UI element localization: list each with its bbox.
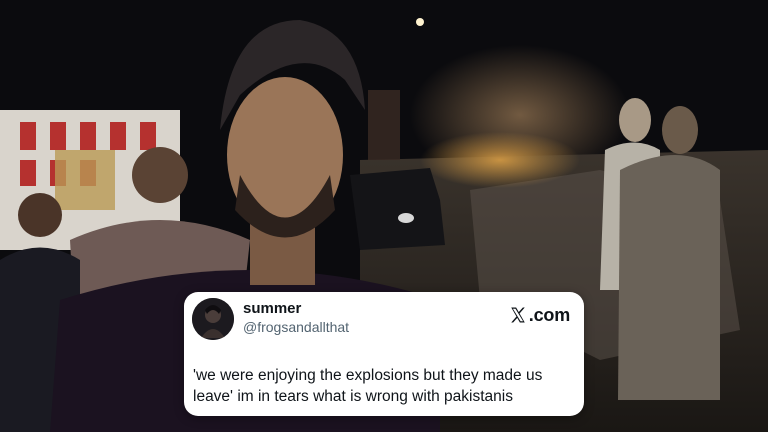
x-logo-icon [511,307,525,323]
avatar[interactable] [192,298,234,340]
tweet-text: 'we were enjoying the explosions but the… [193,367,543,405]
brand-logo: .com [509,304,570,326]
user-handle[interactable]: @frogsandallthat [243,319,349,335]
tweet-card: summer @frogsandallthat .com 'we were en… [184,292,584,416]
display-name[interactable]: summer [243,300,301,317]
avatar-image [192,298,234,340]
brand-domain: .com [528,304,570,325]
